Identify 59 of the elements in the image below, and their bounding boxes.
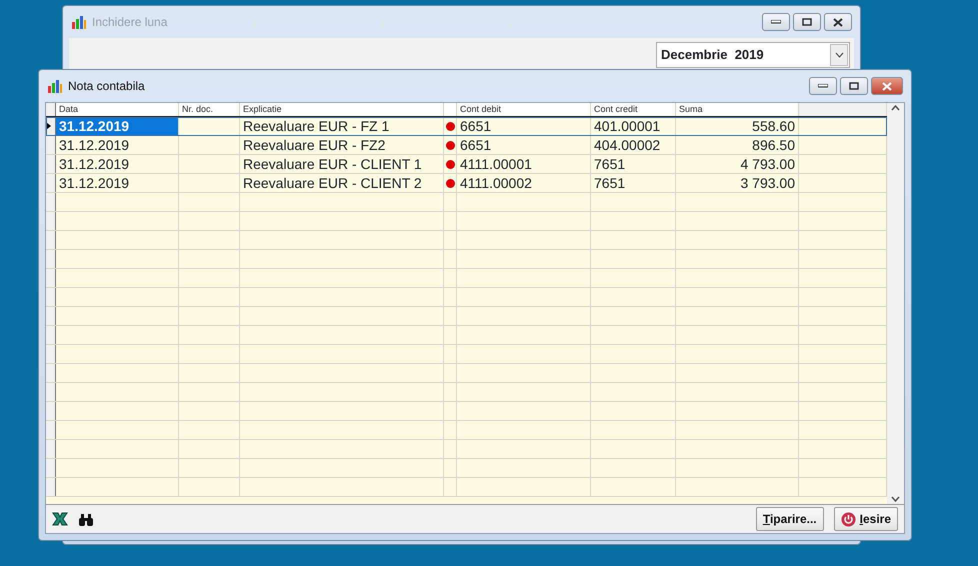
row-header-cell[interactable]	[46, 136, 56, 154]
column-header[interactable]: Cont credit	[591, 103, 676, 116]
table-cell: 558.60	[676, 117, 799, 135]
scroll-down-icon[interactable]	[891, 496, 900, 502]
window-title: Inchidere luna	[92, 14, 168, 31]
table-cell: 4 793.00	[676, 155, 799, 173]
table-cell: 401.00001	[591, 117, 676, 135]
minimize-icon	[818, 84, 828, 88]
table-cell: 4111.00001	[457, 155, 591, 173]
column-header[interactable]: Nr. doc.	[179, 103, 240, 116]
table-cell: 6651	[457, 136, 591, 154]
table-cell: 6651	[457, 117, 591, 135]
table-cell: Reevaluare EUR - FZ2	[240, 136, 444, 154]
row-header-cell[interactable]	[46, 174, 56, 192]
maximize-icon	[849, 82, 859, 90]
minimize-icon	[771, 20, 781, 24]
table-row[interactable]: 31.12.2019 Reevaluare EUR - FZ 1 6651 401.00001 558.60	[46, 117, 887, 136]
column-header[interactable]: Explicatie	[240, 103, 444, 116]
table-cell: Reevaluare EUR - CLIENT 1	[240, 155, 444, 173]
column-header[interactable]: Data	[56, 103, 179, 116]
row-header-cell[interactable]	[46, 155, 56, 173]
table-cell: 7651	[591, 155, 676, 173]
table-cell: 31.12.2019	[56, 174, 179, 192]
row-header-cell[interactable]	[46, 117, 56, 135]
close-icon	[882, 82, 892, 90]
row-pointer-icon	[46, 122, 51, 130]
scroll-up-icon[interactable]	[891, 105, 900, 111]
excel-icon[interactable]	[52, 512, 68, 526]
close-icon	[833, 18, 843, 26]
chart-app-icon	[47, 79, 63, 93]
maximize-button[interactable]	[793, 13, 821, 31]
binoculars-icon[interactable]	[78, 512, 94, 526]
minimize-button[interactable]	[762, 13, 790, 31]
close-button[interactable]	[824, 13, 852, 31]
minimize-button[interactable]	[809, 77, 837, 95]
table-cell: 896.50	[676, 136, 799, 154]
chevron-down-icon	[834, 52, 844, 58]
table-cell: Reevaluare EUR - CLIENT 2	[240, 174, 444, 192]
table-row[interactable]: 31.12.2019 Reevaluare EUR - CLIENT 2 4111.00002 7651 3 793.00	[46, 174, 887, 193]
column-header[interactable]: Cont debit	[457, 103, 591, 116]
table-row[interactable]: 31.12.2019 Reevaluare EUR - CLIENT 1 4111.00001 7651 4 793.00	[46, 155, 887, 174]
print-button[interactable]: Tiparire...	[756, 507, 824, 531]
window-title: Nota contabila	[68, 78, 145, 95]
table-cell: 3 793.00	[676, 174, 799, 192]
close-button[interactable]	[871, 77, 903, 95]
table-cell: 31.12.2019	[56, 155, 179, 173]
table-cell: 7651	[591, 174, 676, 192]
table-cell: 4111.00002	[457, 174, 591, 192]
exit-button[interactable]: Iesire	[834, 507, 898, 531]
table-cell: 31.12.2019	[56, 136, 179, 154]
maximize-button[interactable]	[840, 77, 868, 95]
chart-app-icon	[71, 15, 87, 29]
maximize-icon	[802, 18, 812, 26]
table-cell: Reevaluare EUR - FZ 1	[240, 117, 444, 135]
table-cell: 404.00002	[591, 136, 676, 154]
table-cell: 31.12.2019	[56, 117, 179, 135]
table-row[interactable]: 31.12.2019 Reevaluare EUR - FZ2 6651 404.00002 896.50	[46, 136, 887, 155]
period-dropdown[interactable]: Decembrie 2019	[656, 42, 850, 68]
power-icon	[840, 512, 856, 526]
